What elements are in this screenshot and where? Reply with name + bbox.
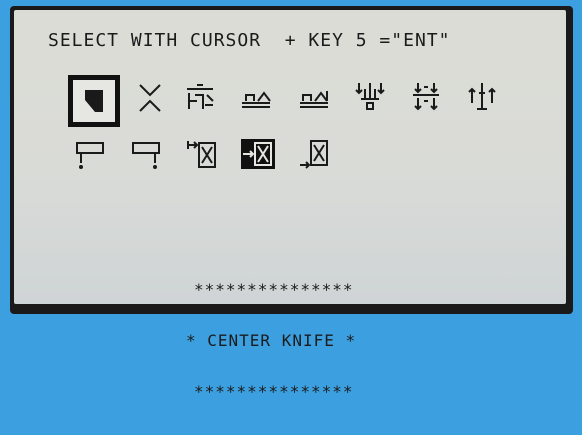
status-message: *************** * CENTER KNIFE * *******… (186, 247, 356, 434)
clamp-knife-icon[interactable] (180, 78, 220, 118)
table-right-icon[interactable] (126, 134, 166, 174)
clamp-down-icon[interactable] (350, 76, 390, 116)
status-stars-bottom: *************** (194, 382, 354, 401)
cut-symbol-icon[interactable] (130, 78, 170, 118)
stack-in-icon[interactable] (182, 134, 222, 174)
status-stars-top: *************** (194, 280, 354, 299)
sheet-pressure-icon[interactable] (236, 78, 276, 118)
table-left-icon[interactable] (70, 134, 110, 174)
knife-position-icon[interactable] (68, 75, 120, 127)
instruction-text: SELECT WITH CURSOR + KEY 5 ="ENT" (48, 30, 451, 51)
lcd-screen: SELECT WITH CURSOR + KEY 5 ="ENT" ******… (14, 10, 566, 400)
status-label: * CENTER KNIFE * (186, 331, 357, 350)
sheet-pressure-adjust-icon[interactable] (294, 78, 334, 118)
center-knife-icon[interactable] (238, 134, 278, 174)
stack-out-icon[interactable] (294, 134, 334, 174)
double-arrow-pressure-icon[interactable] (406, 76, 446, 116)
backgauge-up-arrows-icon[interactable] (462, 76, 502, 116)
